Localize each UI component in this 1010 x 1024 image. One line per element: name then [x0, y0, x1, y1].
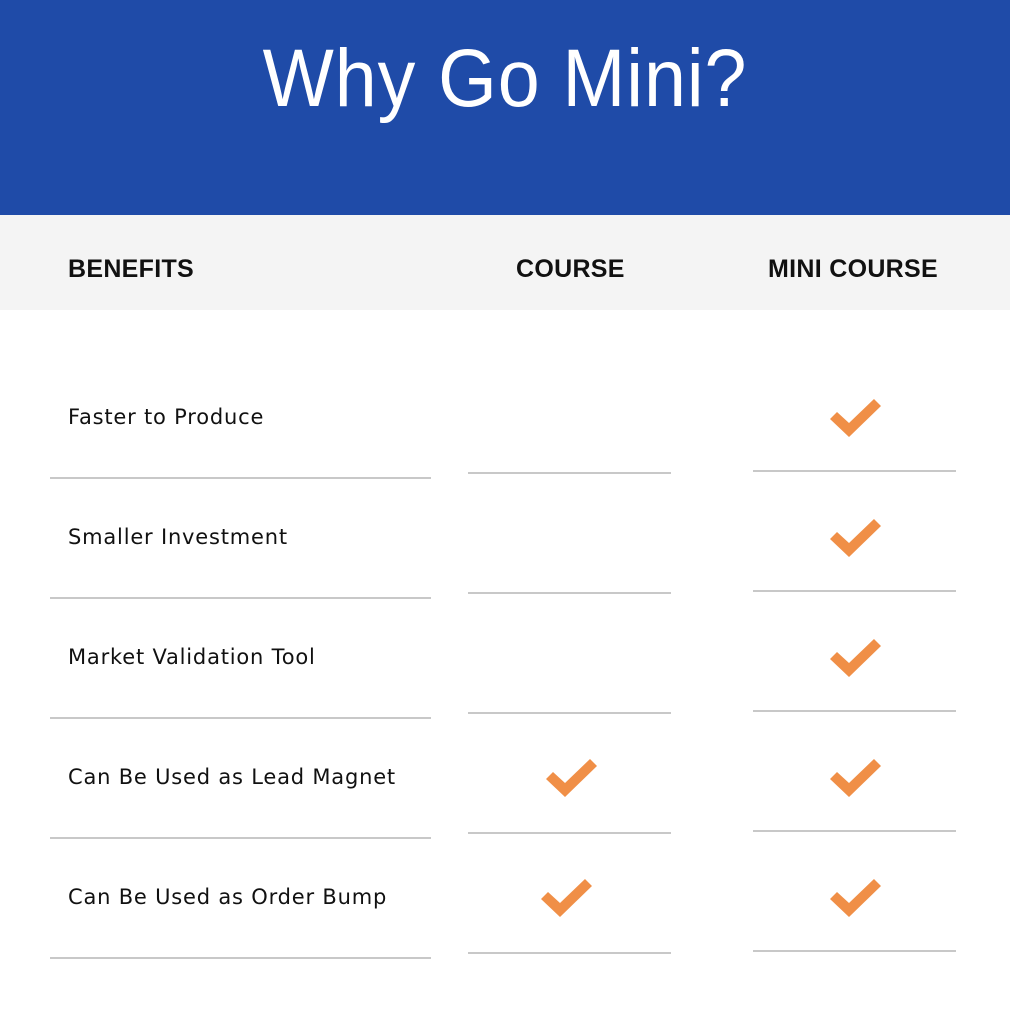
course-checkmark-icon: [541, 879, 592, 917]
checkmark-shape: [830, 399, 881, 437]
checkmark-shape: [830, 879, 881, 917]
mini-course-checkmark-icon: [830, 639, 881, 677]
row-divider-course: [468, 592, 671, 594]
row-divider-benefits: [50, 477, 431, 479]
benefit-label: Market Validation Tool: [68, 645, 316, 669]
mini-course-checkmark-icon: [830, 759, 881, 797]
mini-course-checkmark-icon: [830, 879, 881, 917]
row-divider-mini-course: [753, 470, 956, 472]
mini-course-checkmark-icon: [830, 399, 881, 437]
checkmark-shape: [830, 639, 881, 677]
row-divider-course: [468, 712, 671, 714]
row-divider-course: [468, 952, 671, 954]
column-header-benefits: BENEFITS: [68, 255, 195, 283]
benefit-label: Smaller Investment: [68, 525, 288, 549]
checkmark-shape: [541, 879, 592, 917]
checkmark-shape: [830, 519, 881, 557]
benefit-label: Can Be Used as Lead Magnet: [68, 765, 396, 789]
checkmark-shape: [546, 759, 597, 797]
column-header-course: COURSE: [516, 255, 625, 283]
row-divider-mini-course: [753, 710, 956, 712]
page-title: Why Go Mini?: [262, 33, 748, 124]
row-divider-mini-course: [753, 830, 956, 832]
row-divider-course: [468, 472, 671, 474]
row-divider-mini-course: [753, 590, 956, 592]
benefit-label: Faster to Produce: [68, 405, 265, 429]
row-divider-benefits: [50, 837, 431, 839]
title-banner: Why Go Mini?: [0, 0, 1010, 215]
row-divider-mini-course: [753, 950, 956, 952]
row-divider-benefits: [50, 717, 431, 719]
row-divider-course: [468, 832, 671, 834]
mini-course-checkmark-icon: [830, 519, 881, 557]
row-divider-benefits: [50, 957, 431, 959]
row-divider-benefits: [50, 597, 431, 599]
checkmark-shape: [830, 759, 881, 797]
benefit-label: Can Be Used as Order Bump: [68, 885, 388, 909]
column-header-mini-course: MINI COURSE: [768, 255, 938, 283]
course-checkmark-icon: [546, 759, 597, 797]
